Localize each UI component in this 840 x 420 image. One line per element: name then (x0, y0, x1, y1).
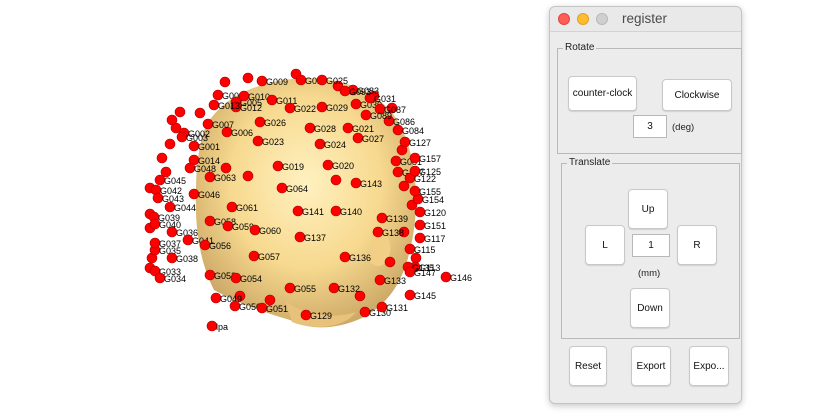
translate-panel-title: Translate (567, 157, 613, 168)
electrode-label: G138 (382, 228, 404, 238)
rotate-panel-title: Rotate (563, 42, 597, 53)
electrode-label: G137 (304, 233, 326, 243)
electrode-label: G141 (302, 207, 324, 217)
electrode-label: G026 (264, 118, 286, 128)
electrode-label: G024 (324, 140, 346, 150)
electrode-label: G136 (349, 253, 371, 263)
clockwise-button[interactable]: Clockwise (662, 79, 732, 111)
head-plot-canvas[interactable]: G001G002G003G004G005G006G007G009G010 G011… (0, 0, 520, 420)
electrode-label: G063 (214, 173, 236, 183)
electrode-label: G045 (164, 176, 186, 186)
electrode-label: G089 (370, 111, 392, 121)
electrode-label: G064 (286, 184, 308, 194)
electrode-label: G022 (294, 104, 316, 114)
down-button[interactable]: Down (630, 288, 670, 328)
electrode-label: G061 (236, 203, 258, 213)
electrode-marker (330, 174, 342, 186)
electrode-label: G115 (414, 245, 435, 255)
electrode-label: G117 (424, 234, 445, 244)
electrode-label: G025 (326, 76, 348, 86)
head-plot[interactable]: G001 G002 G003 G004 G005 G006 G007 G009 G010 G011… (0, 0, 520, 420)
electrode-label: G146 (450, 273, 472, 283)
electrode-label: G055 (294, 284, 316, 294)
electrode-label: G120 (424, 208, 446, 218)
electrode-marker (219, 76, 231, 88)
electrode-marker (220, 162, 232, 174)
electrode-label: G086 (393, 117, 415, 127)
translate-panel: Translate Up L 1 R (mm) Down (561, 157, 740, 339)
electrode-label: G125 (419, 167, 441, 177)
electrode-label: G093 (349, 87, 371, 97)
electrode-label: G054 (240, 274, 262, 284)
rotate-panel: Rotate counter-clock Clockwise 3 (deg) (557, 42, 742, 154)
electrode-label: G012 (240, 103, 262, 113)
electrode-label: G133 (384, 276, 406, 286)
reset-button[interactable]: Reset (569, 346, 607, 386)
electrode-label: G051 (266, 304, 288, 314)
electrode-label: G139 (386, 214, 408, 224)
window-title: register (622, 11, 668, 26)
electrode-marker (194, 107, 206, 119)
electrode-label: G056 (209, 241, 231, 251)
counter-clock-button[interactable]: counter-clock (568, 76, 637, 111)
electrode-label: lpa (216, 322, 228, 332)
electrode-marker (242, 72, 254, 84)
electrode-label: G084 (402, 126, 424, 136)
electrode-marker (384, 256, 396, 268)
rotate-angle-input[interactable]: 3 (633, 115, 667, 138)
electrode-label: G007 (212, 120, 234, 130)
electrode-label: G145 (414, 291, 436, 301)
title-bar[interactable]: register (550, 7, 741, 32)
electrode-label: G028 (314, 124, 336, 134)
electrode-marker (242, 170, 254, 182)
electrode-label: G129 (310, 311, 332, 321)
electrode-label: G023 (262, 137, 284, 147)
translate-step-unit: (mm) (638, 268, 661, 279)
electrode-marker (156, 152, 168, 164)
electrode-label: G038 (176, 254, 198, 264)
register-window: register Rotate counter-clock Clockwise … (549, 6, 742, 404)
minimize-window-button[interactable] (577, 13, 589, 25)
electrode-label: G020 (332, 161, 354, 171)
electrode-label: G131 (386, 303, 408, 313)
electrode-label: G147 (414, 268, 436, 278)
up-button[interactable]: Up (628, 189, 668, 229)
electrode-label: G019 (282, 162, 304, 172)
electrode-label: G029 (326, 103, 348, 113)
electrode-label: G127 (409, 138, 431, 148)
export-button[interactable]: Export (631, 346, 671, 386)
electrode-label: G013 (218, 101, 240, 111)
electrode-label: G006 (231, 128, 253, 138)
electrode-label: G001 (198, 142, 220, 152)
electrode-label: G155 (419, 187, 441, 197)
right-button[interactable]: R (677, 225, 717, 265)
electrode-label: G060 (259, 226, 281, 236)
left-button[interactable]: L (585, 225, 625, 265)
translate-step-input[interactable]: 1 (632, 234, 670, 257)
electrode-label: G027 (362, 134, 384, 144)
electrode-label: G157 (419, 154, 441, 164)
electrode-label: G040 (159, 220, 181, 230)
electrode-label: G046 (198, 190, 220, 200)
electrode-label: G009 (266, 77, 288, 87)
electrode-label: G151 (424, 221, 446, 231)
rotate-angle-unit: (deg) (672, 122, 695, 133)
export-secondary-button[interactable]: Expo... (689, 346, 729, 386)
electrode-label: G057 (258, 252, 280, 262)
electrode-label: G132 (338, 284, 360, 294)
electrode-marker (174, 106, 186, 118)
electrode-label: G037 (159, 239, 181, 249)
electrode-marker (166, 114, 178, 126)
electrode-label: G044 (174, 203, 196, 213)
electrode-label: G003 (186, 133, 208, 143)
electrode-label: G021 (352, 124, 374, 134)
electrode-marker (164, 138, 176, 150)
electrode-label: G034 (164, 274, 186, 284)
electrode-label: G143 (360, 179, 382, 189)
close-window-button[interactable] (558, 13, 570, 25)
maximize-window-button (596, 13, 608, 25)
electrode-label: G140 (340, 207, 362, 217)
